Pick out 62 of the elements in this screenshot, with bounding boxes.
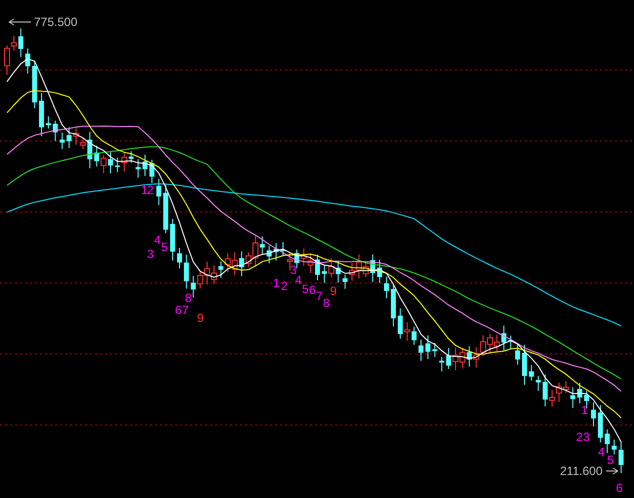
candlestick bbox=[439, 356, 444, 372]
arrow-icon bbox=[8, 18, 32, 26]
sequence-marker: 2 bbox=[147, 184, 155, 197]
candlestick bbox=[163, 184, 168, 234]
candlestick bbox=[142, 154, 148, 177]
candlestick bbox=[377, 259, 382, 284]
candlestick bbox=[591, 402, 596, 428]
candlestick bbox=[432, 342, 438, 358]
sequence-marker: 3 bbox=[289, 264, 297, 277]
sequence-marker: 6 bbox=[308, 284, 316, 297]
candlestick bbox=[390, 284, 396, 327]
candlestick bbox=[536, 376, 541, 392]
sequence-marker: 4 bbox=[597, 446, 606, 459]
sequence-marker: 2 bbox=[575, 431, 584, 444]
candlestick bbox=[528, 364, 534, 382]
sequence-marker: 8 bbox=[184, 292, 193, 305]
candlestick bbox=[515, 344, 520, 366]
candlestick bbox=[149, 159, 154, 184]
sequence-marker: 9 bbox=[196, 312, 205, 325]
candlestick bbox=[184, 254, 189, 290]
sequence-marker: 6 bbox=[615, 482, 624, 495]
candlestick bbox=[60, 132, 65, 150]
candlestick bbox=[136, 158, 141, 178]
sequence-marker: 3 bbox=[582, 431, 591, 444]
candlestick bbox=[52, 120, 58, 142]
sequence-marker: 3 bbox=[146, 248, 155, 261]
sequence-marker: 1 bbox=[580, 404, 589, 417]
candlestick bbox=[156, 178, 162, 206]
candlestick bbox=[604, 428, 610, 454]
candlestick bbox=[266, 245, 272, 264]
candlestick bbox=[508, 335, 514, 350]
sequence-marker: 7 bbox=[316, 290, 324, 303]
candlestick bbox=[32, 60, 38, 109]
sequence-marker: 4 bbox=[295, 274, 302, 287]
candlestick bbox=[46, 116, 51, 130]
candlestick bbox=[25, 48, 30, 74]
sequence-marker: 2 bbox=[280, 280, 289, 293]
candlestick bbox=[274, 242, 279, 262]
candlestick bbox=[598, 404, 603, 443]
sequence-marker: 1 bbox=[272, 277, 281, 290]
arrow-icon bbox=[604, 467, 618, 475]
candlestick bbox=[612, 439, 617, 455]
candlestick bbox=[170, 218, 176, 261]
low-price-label: 211.600 bbox=[560, 464, 602, 478]
candlestick bbox=[384, 276, 389, 299]
candlestick bbox=[577, 382, 582, 404]
sequence-marker: 5 bbox=[160, 241, 169, 254]
candlestick bbox=[177, 247, 182, 269]
sequence-marker: 6 bbox=[174, 304, 182, 317]
sequence-marker: 1 bbox=[140, 184, 148, 197]
high-price-label: 775.500 bbox=[34, 15, 78, 29]
candlestick bbox=[418, 339, 424, 362]
sequence-marker: 7 bbox=[182, 304, 190, 317]
sequence-marker: 4 bbox=[153, 234, 162, 247]
candlestick bbox=[425, 334, 430, 360]
candlestick bbox=[618, 441, 624, 474]
candlestick bbox=[522, 344, 527, 386]
sequence-marker: 5 bbox=[606, 454, 615, 467]
candlestick bbox=[39, 92, 44, 137]
sequence-marker: 8 bbox=[322, 297, 331, 310]
sequence-marker: 9 bbox=[330, 285, 338, 298]
sequence-marker: 5 bbox=[302, 283, 310, 296]
